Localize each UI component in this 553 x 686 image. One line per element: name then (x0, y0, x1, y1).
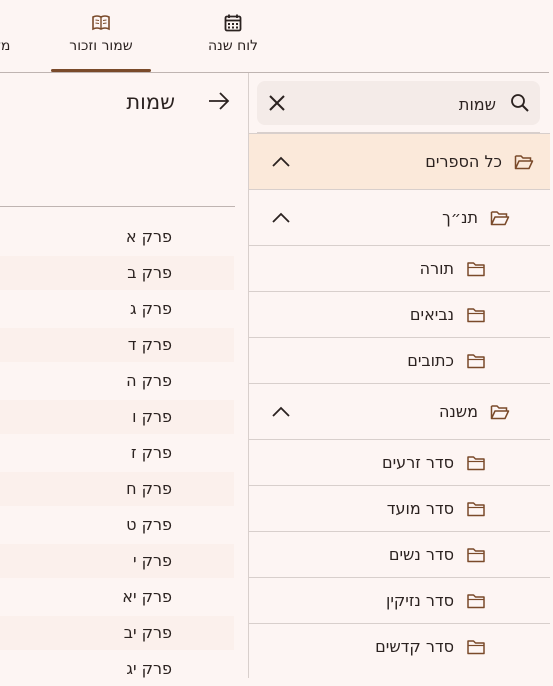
chapter-label: פרק א (125, 227, 172, 246)
tree-item-label: נביאים (409, 305, 454, 324)
tree-item[interactable]: משנה (249, 383, 550, 440)
chapter-item[interactable]: פרק א (0, 220, 234, 254)
chapter-item[interactable]: פרק ז (0, 436, 234, 470)
tree-item-label: סדר זרעים (381, 453, 454, 472)
chapter-label: פרק ט (126, 515, 172, 534)
arrow-forward-icon[interactable] (207, 91, 231, 111)
folder-icon (467, 640, 485, 655)
chapter-item[interactable]: פרק יא (0, 580, 234, 614)
folder-icon (467, 502, 485, 517)
search-bar (257, 81, 540, 125)
tree-item-label: סדר מועד (386, 499, 454, 518)
chapter-item[interactable]: פרק י (0, 544, 234, 578)
chapter-item[interactable]: פרק יב (0, 616, 234, 650)
chapter-item[interactable]: פרק ט (0, 508, 234, 542)
tree-item[interactable]: כל הספרים (249, 133, 550, 190)
chapter-label: פרק ג (129, 299, 172, 318)
book-open-icon (92, 15, 110, 31)
tree-item[interactable]: כתובים (249, 337, 550, 384)
chapter-item[interactable]: פרק ו (0, 400, 234, 434)
tree-item-label: סדר נשים (388, 545, 454, 564)
tree-item-label: משנה (438, 402, 478, 421)
folder-icon (467, 594, 485, 609)
chapter-item[interactable]: פרק יג (0, 652, 234, 686)
tab-label: לוח שנה (207, 38, 259, 54)
content-divider (0, 206, 235, 207)
folder-icon (467, 262, 485, 277)
chevron-up-icon[interactable] (271, 405, 291, 419)
tree-item-label: סדר קדשים (375, 637, 454, 656)
search-icon[interactable] (510, 93, 530, 113)
tree-item[interactable]: תורה (249, 245, 550, 292)
chapter-item[interactable]: פרק ב (0, 256, 234, 290)
chapter-label: פרק יב (123, 623, 172, 642)
tree-item[interactable]: סדר קדשים (249, 623, 550, 670)
tree-item-label: כל הספרים (425, 152, 502, 171)
tree-item[interactable]: סדר זרעים (249, 439, 550, 486)
chapter-item[interactable]: פרק ד (0, 328, 234, 362)
folder-open-icon (490, 405, 510, 420)
chapter-item[interactable]: פרק ג (0, 292, 234, 326)
chapter-label: פרק ה (126, 371, 172, 390)
folder-open-icon (490, 211, 510, 226)
chapter-label: פרק יא (122, 587, 172, 606)
chapter-label: פרק ו (132, 407, 172, 426)
tree-item-label: תנ״ך (442, 208, 478, 227)
tab-calendar[interactable]: לוח שנה (183, 0, 283, 72)
close-icon[interactable] (267, 93, 287, 113)
tree-item[interactable]: סדר מועד (249, 485, 550, 532)
tree-item-label: סדר נזיקין (385, 591, 454, 610)
chapter-label: פרק ז (131, 443, 172, 462)
chapter-item[interactable]: פרק ח (0, 472, 234, 506)
chapter-label: פרק ב (127, 263, 172, 282)
folder-open-icon (514, 155, 534, 170)
chevron-up-icon[interactable] (271, 155, 291, 169)
chapter-label: פרק יג (126, 659, 172, 678)
tree-item[interactable]: סדר נזיקין (249, 577, 550, 624)
chapter-label: פרק י (132, 551, 172, 570)
tab-label: שמור וזכור (69, 38, 133, 54)
calendar-icon (224, 14, 242, 32)
book-tree-panel: כל הספרים תנ״ך תורה נביאים כתובים משנה סדר זרע… (248, 73, 550, 678)
tab-shamor-vezachor[interactable]: שמור וזכור (51, 0, 151, 72)
chapter-item[interactable]: פרק ה (0, 364, 234, 398)
folder-icon (467, 548, 485, 563)
book-title: שמות (126, 90, 175, 114)
tree-item-label: תורה (419, 259, 454, 278)
tree-item-label: כתובים (407, 351, 454, 370)
tab-partial-label: מז (0, 38, 11, 54)
tree-item[interactable]: נביאים (249, 291, 550, 338)
tree-item[interactable]: סדר נשים (249, 531, 550, 578)
folder-icon (467, 308, 485, 323)
tab-partial[interactable]: מז (0, 0, 14, 72)
chapter-label: פרק ח (126, 479, 172, 498)
chevron-up-icon[interactable] (271, 211, 291, 225)
search-input[interactable] (304, 91, 498, 117)
tree-item[interactable]: תנ״ך (249, 189, 550, 246)
folder-icon (467, 456, 485, 471)
folder-icon (467, 354, 485, 369)
chapter-label: פרק ד (127, 335, 172, 354)
